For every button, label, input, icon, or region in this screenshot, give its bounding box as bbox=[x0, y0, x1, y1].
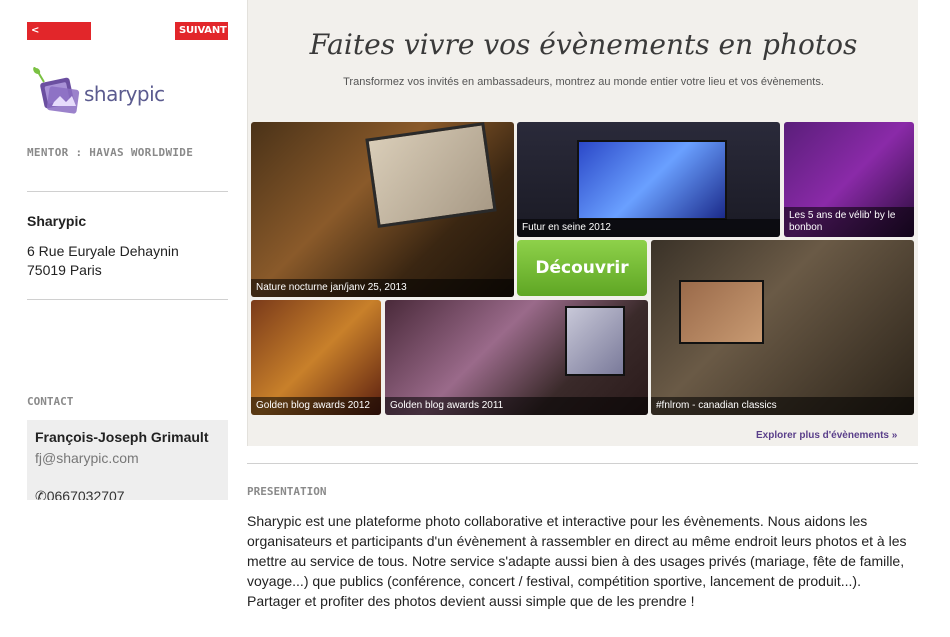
company-name: Sharypic bbox=[27, 213, 87, 229]
contact-card: François-Joseph Grimault fj@sharypic.com… bbox=[27, 420, 228, 500]
tile-caption: Nature nocturne jan/janv 25, 2013 bbox=[251, 279, 514, 297]
divider bbox=[27, 191, 228, 192]
contact-phone: ✆0667032707 bbox=[35, 488, 125, 500]
tile-caption: Golden blog awards 2011 bbox=[385, 397, 648, 415]
banner-subtitle: Transformez vos invités en ambassadeurs,… bbox=[343, 76, 824, 88]
projection-screen bbox=[577, 140, 727, 220]
event-tile[interactable]: Golden blog awards 2011 bbox=[385, 300, 648, 415]
tile-caption: #fnlrom - canadian classics bbox=[651, 397, 914, 415]
explore-more-link[interactable]: Explorer plus d'évènements » bbox=[756, 430, 897, 441]
presentation-heading: PRESENTATION bbox=[247, 485, 327, 498]
event-tile[interactable]: Les 5 ans de vélib' by le bonbon bbox=[784, 122, 914, 237]
phone-icon: ✆ bbox=[35, 488, 47, 500]
discover-button[interactable]: Découvrir bbox=[517, 240, 647, 296]
tile-caption: Futur en seine 2012 bbox=[517, 219, 780, 237]
address-line-1: 6 Rue Euryale Dehaynin bbox=[27, 243, 179, 259]
tile-caption: Golden blog awards 2012 bbox=[251, 397, 381, 415]
previous-button[interactable]: < PRÉCÉDENT bbox=[27, 22, 96, 54]
event-tile[interactable]: Golden blog awards 2012 bbox=[251, 300, 381, 415]
divider bbox=[27, 299, 228, 300]
contact-phone-number: 0667032707 bbox=[46, 488, 125, 500]
logo-text: sharypic bbox=[84, 82, 165, 106]
presentation-text: Sharypic est une plateforme photo collab… bbox=[247, 513, 907, 609]
event-tile[interactable]: Futur en seine 2012 bbox=[517, 122, 780, 237]
tile-caption: Les 5 ans de vélib' by le bonbon bbox=[784, 207, 914, 237]
projection-screen bbox=[565, 306, 625, 376]
event-tile[interactable]: #fnlrom - canadian classics bbox=[651, 240, 914, 415]
address-line-2: 75019 Paris bbox=[27, 262, 102, 278]
contact-email[interactable]: fj@sharypic.com bbox=[35, 450, 139, 466]
divider bbox=[247, 463, 918, 464]
contact-heading: CONTACT bbox=[27, 395, 74, 408]
next-button[interactable]: SUIVANT > bbox=[175, 22, 228, 54]
contact-name: François-Joseph Grimault bbox=[35, 429, 209, 445]
sharypic-logo[interactable]: sharypic bbox=[30, 62, 190, 116]
mentor-label: MENTOR : HAVAS WORLDWIDE bbox=[27, 146, 194, 159]
banner-headline: Faites vivre vos évènements en photos bbox=[309, 28, 858, 61]
projection-screen bbox=[365, 122, 497, 228]
projection-screen bbox=[679, 280, 764, 344]
event-tile[interactable]: Nature nocturne jan/janv 25, 2013 bbox=[251, 122, 514, 297]
logo-icon bbox=[33, 67, 80, 114]
